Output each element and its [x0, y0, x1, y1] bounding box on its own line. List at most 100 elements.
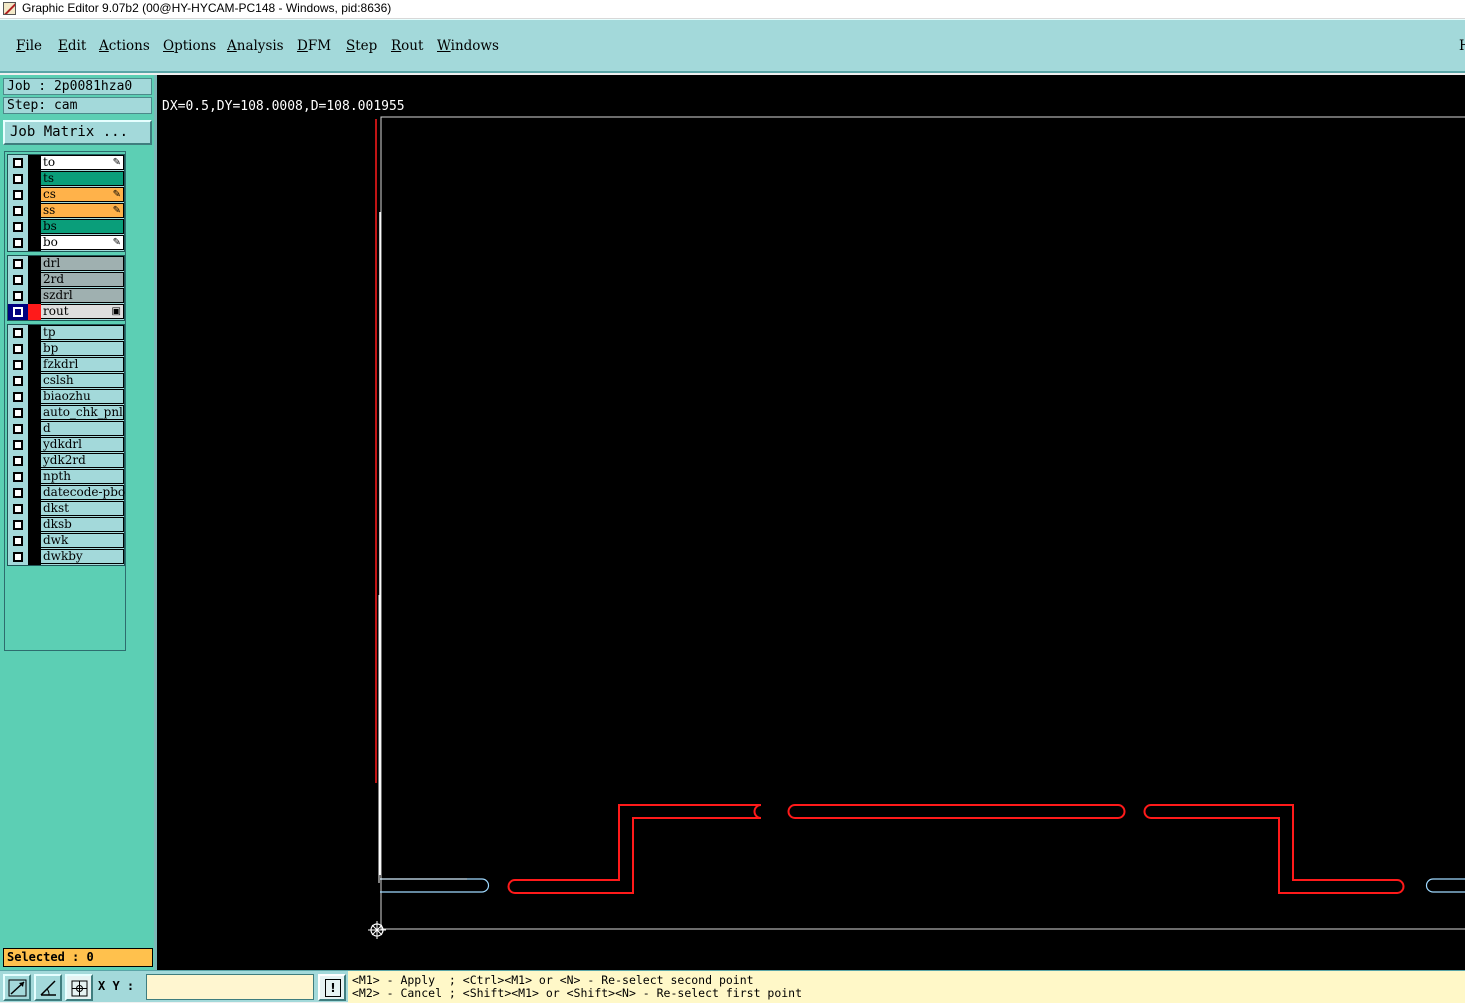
layer-checkbox[interactable]	[13, 158, 23, 168]
layer-affected-cell[interactable]	[8, 341, 28, 357]
layer-display-swatch[interactable]	[28, 357, 41, 373]
layer-row-cs[interactable]: cs✎	[8, 187, 124, 203]
layer-name[interactable]: bo✎	[41, 235, 124, 250]
layer-row-rout[interactable]: rout▣	[8, 304, 124, 320]
layer-name[interactable]: ydkdrl	[41, 437, 124, 452]
menu-edit[interactable]: Edit	[58, 38, 86, 54]
layer-row-auto_chk_pnl[interactable]: auto_chk_pnl	[8, 405, 124, 421]
layer-affected-cell[interactable]	[8, 325, 28, 341]
layer-name[interactable]: drl	[41, 256, 124, 271]
layer-row-bs[interactable]: bs	[8, 219, 124, 235]
layer-display-swatch[interactable]	[28, 549, 41, 565]
layer-checkbox[interactable]	[13, 360, 23, 370]
layer-affected-cell[interactable]	[8, 373, 28, 389]
layer-affected-cell[interactable]	[8, 235, 28, 251]
layer-affected-cell[interactable]	[8, 485, 28, 501]
layer-checkbox[interactable]	[13, 456, 23, 466]
layer-display-swatch[interactable]	[28, 187, 41, 203]
layer-affected-cell[interactable]	[8, 469, 28, 485]
layer-row-datecode-pbo[interactable]: datecode-pbo	[8, 485, 124, 501]
layer-display-swatch[interactable]	[28, 288, 41, 304]
layer-checkbox[interactable]	[13, 520, 23, 530]
layer-name[interactable]: fzkdrl	[41, 357, 124, 372]
layer-name[interactable]: dwk	[41, 533, 124, 548]
menu-windows[interactable]: Windows	[437, 38, 499, 54]
board-drawing[interactable]	[157, 75, 1465, 970]
layer-checkbox[interactable]	[13, 190, 23, 200]
layer-name[interactable]: npth	[41, 469, 124, 484]
layer-row-ydk2rd[interactable]: ydk2rd	[8, 453, 124, 469]
layer-affected-cell[interactable]	[8, 357, 28, 373]
layer-affected-cell[interactable]	[8, 304, 28, 320]
layer-row-ydkdrl[interactable]: ydkdrl	[8, 437, 124, 453]
layer-name[interactable]: datecode-pbo	[41, 485, 124, 500]
layer-name[interactable]: dwkby	[41, 549, 124, 564]
layer-name[interactable]: cs✎	[41, 187, 124, 202]
layer-display-swatch[interactable]	[28, 219, 41, 235]
layer-affected-cell[interactable]	[8, 219, 28, 235]
layer-display-swatch[interactable]	[28, 235, 41, 251]
layer-checkbox[interactable]	[13, 376, 23, 386]
layer-display-swatch[interactable]	[28, 155, 41, 171]
warning-button[interactable]: !	[318, 974, 346, 1001]
measure-point-button[interactable]	[3, 974, 31, 1001]
measure-angle-button[interactable]	[34, 974, 62, 1001]
layer-affected-cell[interactable]	[8, 272, 28, 288]
layer-name[interactable]: ts	[41, 171, 124, 186]
menu-analysis[interactable]: Analysis	[227, 38, 284, 54]
layer-affected-cell[interactable]	[8, 288, 28, 304]
layer-checkbox[interactable]	[13, 259, 23, 269]
layer-name[interactable]: d	[41, 421, 124, 436]
layer-name[interactable]: dksb	[41, 517, 124, 532]
layer-affected-cell[interactable]	[8, 389, 28, 405]
layer-name[interactable]: 2rd	[41, 272, 124, 287]
graphic-canvas[interactable]: DX=0.5,DY=108.0008,D=108.001955	[157, 75, 1465, 970]
layer-name[interactable]: rout▣	[41, 304, 124, 319]
menu-rout[interactable]: Rout	[391, 38, 423, 54]
layer-checkbox[interactable]	[13, 206, 23, 216]
menu-step[interactable]: Step	[346, 38, 377, 54]
menu-actions[interactable]: Actions	[99, 38, 150, 54]
layer-checkbox[interactable]	[13, 488, 23, 498]
layer-affected-cell[interactable]	[8, 437, 28, 453]
layer-row-biaozhu[interactable]: biaozhu	[8, 389, 124, 405]
layer-row-dwkby[interactable]: dwkby	[8, 549, 124, 565]
menu-file[interactable]: File	[16, 38, 42, 54]
layer-name[interactable]: cslsh	[41, 373, 124, 388]
layer-row-fzkdrl[interactable]: fzkdrl	[8, 357, 124, 373]
layer-row-npth[interactable]: npth	[8, 469, 124, 485]
layer-affected-cell[interactable]	[8, 453, 28, 469]
layer-checkbox[interactable]	[13, 238, 23, 248]
layer-affected-cell[interactable]	[8, 203, 28, 219]
layer-checkbox[interactable]	[13, 307, 23, 317]
layer-display-swatch[interactable]	[28, 453, 41, 469]
layer-checkbox[interactable]	[13, 536, 23, 546]
layer-checkbox[interactable]	[13, 291, 23, 301]
layer-display-swatch[interactable]	[28, 341, 41, 357]
layer-row-to[interactable]: to✎	[8, 155, 124, 171]
layer-display-swatch[interactable]	[28, 437, 41, 453]
layer-name[interactable]: szdrl	[41, 288, 124, 303]
layer-display-swatch[interactable]	[28, 421, 41, 437]
layer-row-bp[interactable]: bp	[8, 341, 124, 357]
layer-name[interactable]: auto_chk_pnl	[41, 405, 124, 420]
layer-affected-cell[interactable]	[8, 517, 28, 533]
layer-checkbox[interactable]	[13, 552, 23, 562]
layer-affected-cell[interactable]	[8, 533, 28, 549]
snap-grid-button[interactable]	[65, 974, 93, 1001]
layer-affected-cell[interactable]	[8, 549, 28, 565]
layer-affected-cell[interactable]	[8, 421, 28, 437]
layer-checkbox[interactable]	[13, 344, 23, 354]
layer-row-2rd[interactable]: 2rd	[8, 272, 124, 288]
layer-row-cslsh[interactable]: cslsh	[8, 373, 124, 389]
layer-affected-cell[interactable]	[8, 187, 28, 203]
layer-name[interactable]: bp	[41, 341, 124, 356]
layer-checkbox[interactable]	[13, 472, 23, 482]
layer-name[interactable]: bs	[41, 219, 124, 234]
layer-display-swatch[interactable]	[28, 517, 41, 533]
layer-row-dkst[interactable]: dkst	[8, 501, 124, 517]
layer-name[interactable]: dkst	[41, 501, 124, 516]
layer-display-swatch[interactable]	[28, 469, 41, 485]
layer-checkbox[interactable]	[13, 275, 23, 285]
layer-checkbox[interactable]	[13, 504, 23, 514]
